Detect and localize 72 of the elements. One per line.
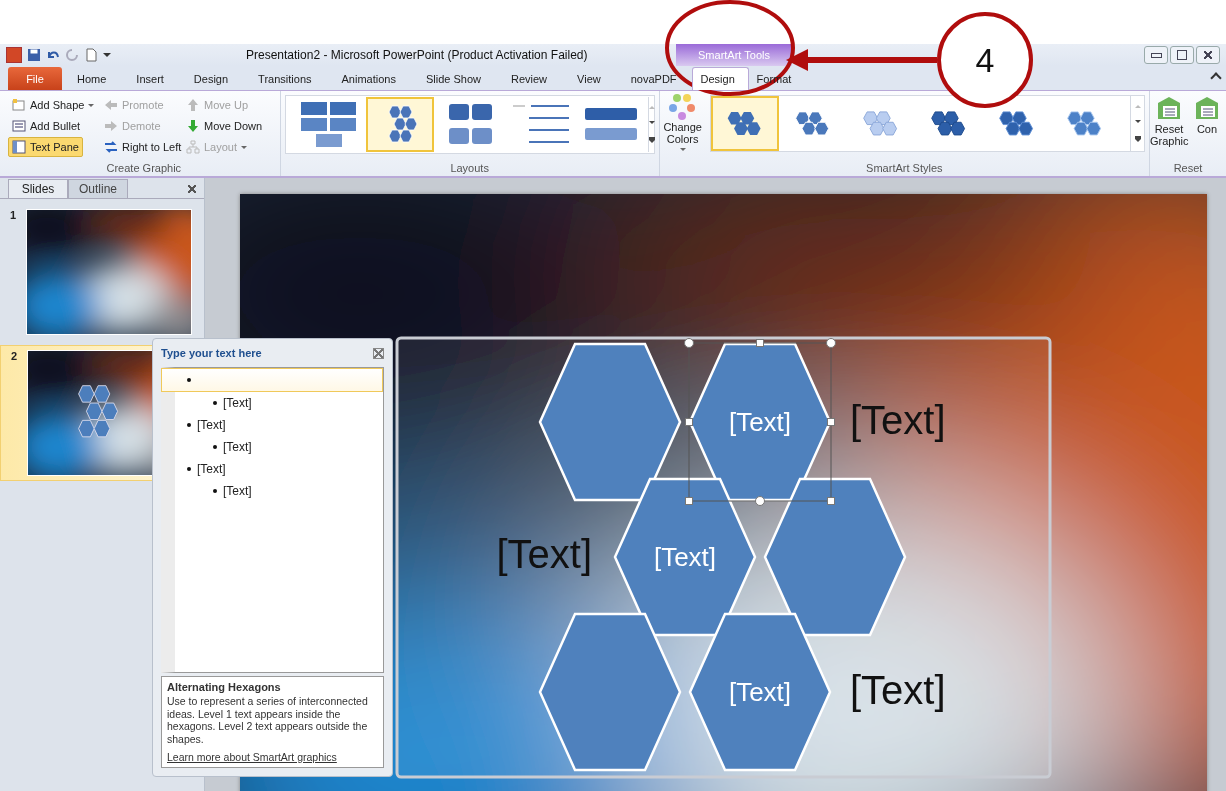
ribbon-command[interactable]: Add Bullet (8, 116, 85, 136)
restore-button[interactable] (1170, 46, 1194, 64)
group-label: SmartArt Styles (865, 162, 944, 176)
panel-tab[interactable]: Slides (8, 179, 68, 198)
bullet-icon (213, 401, 217, 405)
ribbon-tab[interactable]: Insert (121, 67, 179, 90)
down-arrow-icon (186, 119, 200, 133)
bullet-icon (213, 489, 217, 493)
convert-button[interactable]: Con (1188, 91, 1226, 137)
panel-tab[interactable]: Outline (68, 179, 128, 198)
bullet-icon (187, 423, 191, 427)
new-document-icon[interactable] (84, 48, 98, 62)
close-button[interactable] (1196, 46, 1220, 64)
color-dots-icon (667, 93, 698, 121)
outer-text-label: [Text] (496, 532, 592, 576)
hexagon-text: [Text] (728, 677, 792, 707)
hexagon-text: [Text] (653, 542, 717, 572)
gallery-scroll-buttons[interactable] (1130, 96, 1144, 151)
ribbon-command[interactable]: Move Down (182, 116, 267, 136)
ribbon-tab[interactable]: Review (495, 67, 563, 90)
ribbon-command[interactable]: Text Pane (8, 137, 83, 157)
close-icon[interactable] (188, 185, 196, 193)
gallery-scroll-buttons[interactable] (647, 97, 655, 152)
bullet-entry[interactable]: [Text] (175, 480, 383, 502)
left-arrow-icon (104, 98, 118, 112)
entry-text: [Text] (223, 440, 252, 454)
bullet-icon (187, 467, 191, 471)
outer-text-label: [Text] (850, 398, 946, 442)
ribbon-command[interactable]: Add Shape (8, 95, 99, 115)
group-label: Create Graphic (105, 162, 183, 176)
description-title: Alternating Hexagons (167, 681, 282, 693)
group-label: Reset (1172, 162, 1204, 176)
slide-number: 2 (11, 350, 19, 364)
window-title: Presentation2 - Microsoft PowerPoint (Product Activation Failed) (246, 48, 588, 62)
ribbon-tab[interactable]: View (562, 67, 616, 90)
contextual-tab-header: SmartArt Tools (676, 44, 792, 66)
file-tab[interactable]: File (8, 67, 62, 90)
outer-text-label: [Text] (850, 668, 946, 712)
hexagon-text: [Text] (728, 407, 792, 437)
hexagon-shape[interactable] (538, 342, 682, 502)
group-label: Layouts (449, 162, 490, 176)
save-icon[interactable] (27, 48, 41, 62)
layout-option[interactable] (365, 97, 434, 152)
slide-number: 1 (10, 209, 18, 223)
learn-more-link[interactable]: Learn more about SmartArt graphics (167, 751, 378, 763)
reset-graphic-button[interactable]: Reset Graphic (1150, 91, 1188, 149)
layout-thumbnail-icon (298, 99, 359, 150)
ribbon-tab[interactable]: Design (691, 67, 749, 90)
entry-text: [Text] (223, 484, 252, 498)
ribbon-tab[interactable]: novaPDF (615, 67, 692, 90)
entry-text: [Text] (223, 396, 252, 410)
close-icon[interactable] (373, 347, 384, 359)
org-chart-icon (186, 140, 200, 154)
ribbon-tab[interactable]: Home (62, 67, 122, 90)
shape-icon (12, 98, 26, 112)
bullet-list-icon (12, 119, 26, 133)
change-colors-button[interactable]: Change Colors (659, 91, 706, 156)
callout-number: 4 (974, 40, 996, 80)
ribbon-tab[interactable]: Transitions (243, 67, 327, 90)
minimize-button[interactable] (1144, 46, 1168, 64)
right-arrow-icon (104, 119, 118, 133)
ribbon-tab[interactable]: Design (178, 67, 244, 90)
bullet-icon (187, 378, 191, 382)
up-arrow-icon (186, 98, 200, 112)
bullet-icon (213, 445, 217, 449)
ribbon-tab[interactable]: Slide Show (410, 67, 496, 90)
pane-icon (12, 140, 26, 154)
description-text: Use to represent a series of interconnected ideas. Level 1 text appears inside the hexagons. Level 2 text appears outside the shapes. (167, 695, 369, 745)
style-option[interactable] (710, 96, 779, 151)
swap-arrows-icon (104, 140, 118, 154)
ribbon-tab[interactable]: Animations (326, 67, 411, 90)
app-logo-icon (6, 47, 22, 63)
